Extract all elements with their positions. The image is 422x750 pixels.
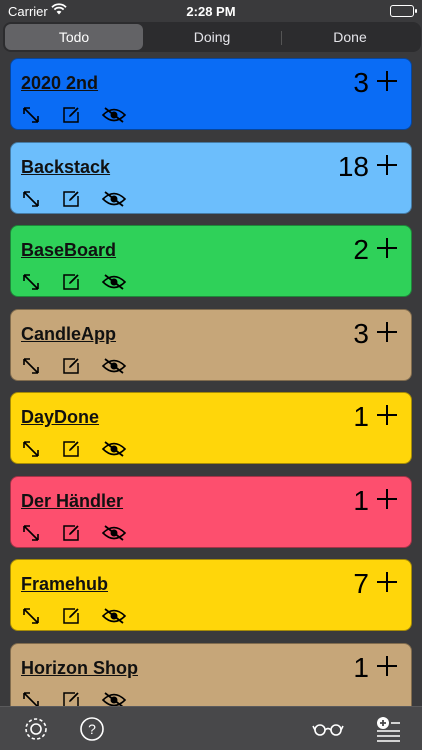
expand-icon[interactable]: [21, 272, 41, 292]
glasses-icon[interactable]: [312, 715, 344, 743]
add-task-button[interactable]: [375, 487, 399, 511]
task-count: 1: [353, 484, 369, 516]
task-count: 1: [353, 651, 369, 683]
task-count: 3: [353, 67, 369, 98]
project-title[interactable]: Backstack: [21, 157, 110, 178]
expand-icon[interactable]: [21, 356, 41, 376]
project-title[interactable]: Der Händler: [21, 491, 123, 512]
question-icon[interactable]: ?: [78, 715, 106, 743]
project-card[interactable]: Backstack 18: [10, 141, 412, 214]
edit-icon[interactable]: [61, 189, 81, 209]
project-list[interactable]: 2020 2nd 3 Backstack 18 BaseBoard 2 CandleApp 3…: [0, 56, 422, 706]
add-task-button[interactable]: [375, 320, 399, 344]
add-task-button[interactable]: [375, 403, 399, 427]
tab-todo[interactable]: Todo: [5, 24, 143, 50]
project-title[interactable]: Horizon Shop: [21, 658, 138, 679]
project-title[interactable]: Framehub: [21, 574, 108, 595]
card-actions: [21, 189, 127, 209]
edit-icon[interactable]: [61, 523, 81, 543]
clock: 2:28 PM: [186, 4, 236, 19]
card-actions: [21, 690, 127, 706]
tab-done[interactable]: Done: [281, 24, 419, 50]
hide-eye-icon[interactable]: [101, 607, 127, 625]
expand-icon[interactable]: [21, 189, 41, 209]
task-count: 2: [353, 234, 369, 265]
gear-icon[interactable]: [22, 715, 50, 743]
hide-eye-icon[interactable]: [101, 190, 127, 208]
project-card[interactable]: Horizon Shop 1: [10, 642, 412, 706]
project-card[interactable]: Der Händler 1: [10, 475, 412, 548]
task-count: 7: [353, 568, 369, 599]
expand-icon[interactable]: [21, 606, 41, 626]
card-actions: [21, 439, 127, 459]
expand-icon[interactable]: [21, 105, 41, 125]
svg-text:?: ?: [88, 721, 96, 737]
hide-eye-icon[interactable]: [101, 440, 127, 458]
task-count: 3: [353, 317, 369, 349]
project-card[interactable]: Framehub 7: [10, 559, 412, 631]
expand-icon[interactable]: [21, 690, 41, 706]
edit-icon[interactable]: [61, 439, 81, 459]
edit-icon[interactable]: [61, 272, 81, 292]
add-task-button[interactable]: [375, 69, 399, 93]
card-actions: [21, 356, 127, 376]
task-count: 18: [337, 150, 369, 182]
battery-icon: [390, 5, 417, 17]
hide-eye-icon[interactable]: [101, 524, 127, 542]
edit-icon[interactable]: [61, 356, 81, 376]
card-actions: [21, 105, 127, 125]
project-title[interactable]: DayDone: [21, 407, 99, 428]
project-card[interactable]: CandleApp 3: [10, 308, 412, 381]
expand-icon[interactable]: [21, 439, 41, 459]
add-task-button[interactable]: [375, 654, 399, 678]
project-title[interactable]: BaseBoard: [21, 240, 116, 261]
project-card[interactable]: BaseBoard 2: [10, 225, 412, 297]
expand-icon[interactable]: [21, 523, 41, 543]
add-task-button[interactable]: [375, 570, 399, 594]
hide-eye-icon[interactable]: [101, 691, 127, 706]
edit-icon[interactable]: [61, 105, 81, 125]
project-title[interactable]: CandleApp: [21, 324, 116, 345]
project-card[interactable]: DayDone 1: [10, 392, 412, 464]
tab-doing[interactable]: Doing: [143, 24, 281, 50]
project-card[interactable]: 2020 2nd 3: [10, 58, 412, 130]
card-actions: [21, 523, 127, 543]
edit-icon[interactable]: [61, 606, 81, 626]
project-title[interactable]: 2020 2nd: [21, 73, 98, 94]
status-bar: Carrier 2:28 PM: [0, 0, 422, 22]
card-actions: [21, 272, 127, 292]
add-list-icon[interactable]: [374, 715, 402, 743]
task-count: 1: [353, 401, 369, 432]
bottom-toolbar: ?: [0, 706, 422, 750]
status-segmented-control[interactable]: Todo Doing Done: [3, 22, 421, 52]
hide-eye-icon[interactable]: [101, 273, 127, 291]
hide-eye-icon[interactable]: [101, 357, 127, 375]
edit-icon[interactable]: [61, 690, 81, 706]
add-task-button[interactable]: [375, 153, 399, 177]
hide-eye-icon[interactable]: [101, 106, 127, 124]
card-actions: [21, 606, 127, 626]
add-task-button[interactable]: [375, 236, 399, 260]
